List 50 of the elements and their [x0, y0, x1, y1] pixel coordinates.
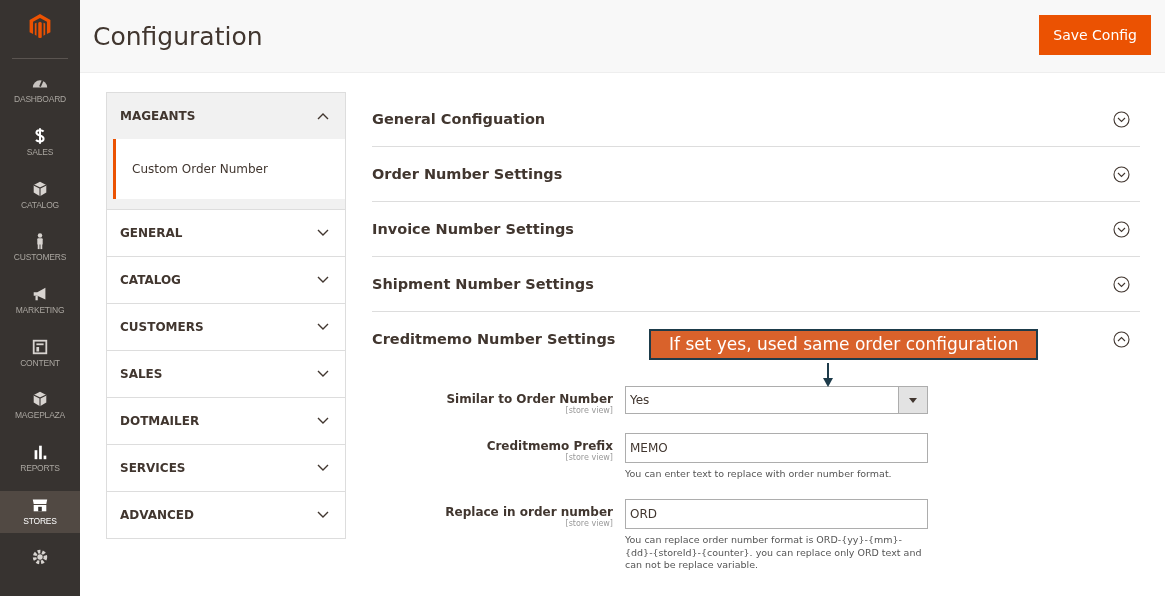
- chevron-down-icon: [317, 511, 329, 519]
- chevron-down-icon: [317, 276, 329, 284]
- gear-icon: [31, 548, 49, 567]
- section-title[interactable]: Order Number Settings: [372, 166, 563, 182]
- box-icon: [31, 390, 49, 409]
- layout-icon: [31, 337, 49, 356]
- field-note: You can replace order number format is ORD-{yy}-{mm}-{dd}-{storeId}-{counter}. you can replace only ORD text and can not be replace variable.: [625, 533, 923, 573]
- field-label: Similar to Order Number: [446, 392, 613, 406]
- field-label: Replace in order number: [445, 504, 613, 519]
- field-note: You can enter text to replace with order number format.: [625, 468, 893, 481]
- nav-item[interactable]: CUSTOMERS: [0, 227, 80, 270]
- nav-item[interactable]: CATALOG: [0, 174, 80, 218]
- expand-icon[interactable]: [1113, 220, 1130, 238]
- expand-icon[interactable]: [1113, 275, 1130, 293]
- nav-item[interactable]: MAGEPLAZA: [0, 385, 80, 428]
- chevron-down-icon: [317, 370, 329, 378]
- section-title[interactable]: Shipment Number Settings: [372, 276, 594, 292]
- chevron-down-icon: [317, 417, 329, 425]
- nav-item[interactable]: MARKETING: [0, 279, 80, 323]
- section-title[interactable]: Invoice Number Settings: [372, 221, 574, 237]
- section-title[interactable]: Creditmemo Number Settings: [372, 331, 616, 347]
- nav-item[interactable]: DASHBOARD: [0, 69, 80, 112]
- collapse-icon[interactable]: [1113, 330, 1130, 348]
- nav-item[interactable]: SALES: [0, 121, 80, 165]
- nav-item[interactable]: STORES: [0, 490, 80, 534]
- chevron-down-icon: [317, 323, 329, 331]
- annotation-callout: If set yes, used same order configuration: [649, 329, 1039, 360]
- field-label: Creditmemo Prefix: [486, 439, 613, 453]
- nav-item[interactable]: REPORTS: [0, 437, 80, 481]
- scope-label: [store view]: [565, 453, 613, 462]
- config-group[interactable]: MAGEANTS: [107, 93, 345, 139]
- nav-item[interactable]: CONTENT: [0, 332, 80, 376]
- arrow-icon: [823, 363, 833, 387]
- expand-icon[interactable]: [1113, 110, 1130, 128]
- page-title: Configuration: [93, 21, 263, 51]
- expand-icon[interactable]: [1113, 165, 1130, 183]
- scope-label: [store view]: [565, 406, 613, 415]
- chevron-down-icon: [317, 229, 329, 237]
- section-title[interactable]: General Configuation: [372, 111, 546, 127]
- select-field[interactable]: Yes: [625, 386, 928, 414]
- config-tab[interactable]: Custom Order Number: [113, 139, 345, 199]
- dropdown-arrow-icon: [909, 397, 917, 403]
- text-field[interactable]: MEMO: [625, 433, 928, 463]
- text-field[interactable]: ORD: [625, 498, 928, 529]
- scope-label: [store view]: [565, 518, 613, 528]
- logo-icon: [29, 14, 51, 39]
- chevron-down-icon: [317, 464, 329, 472]
- save-config-button[interactable]: Save Config: [1039, 15, 1151, 55]
- chevron-up-icon: [317, 112, 329, 120]
- box-icon: [31, 179, 49, 198]
